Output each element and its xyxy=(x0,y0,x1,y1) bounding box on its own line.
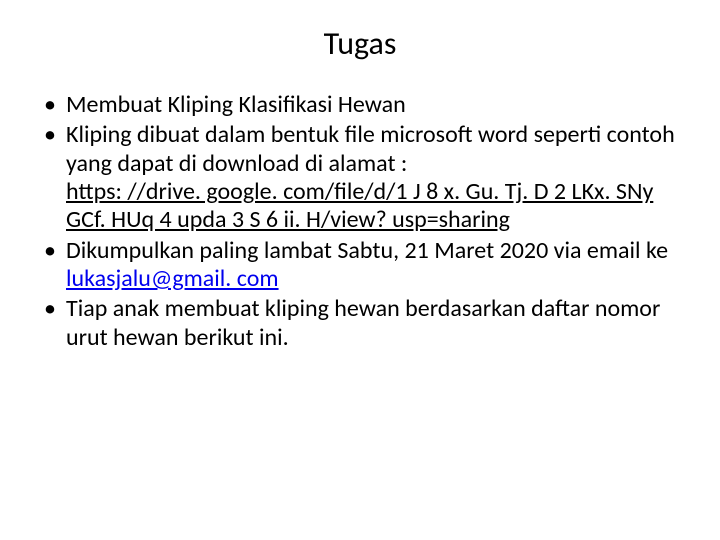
list-item: Dikumpulkan paling lambat Sabtu, 21 Mare… xyxy=(40,237,680,294)
item-text: Membuat Kliping Klasifikasi Hewan xyxy=(66,90,406,119)
page-title: Tugas xyxy=(40,24,680,63)
item-text: Dikumpulkan paling lambat Sabtu, 21 Mare… xyxy=(66,236,668,265)
email-link[interactable]: lukasjalu@gmail. com xyxy=(66,264,279,293)
drive-link[interactable]: https: //drive. google. com/file/d/1 J 8… xyxy=(66,177,653,234)
list-item: Kliping dibuat dalam bentuk file microso… xyxy=(40,121,680,234)
list-item: Membuat Kliping Klasifikasi Hewan xyxy=(40,91,680,119)
item-text: Kliping dibuat dalam bentuk file microso… xyxy=(66,120,675,177)
item-text: Tiap anak membuat kliping hewan berdasar… xyxy=(66,294,660,351)
bullet-list: Membuat Kliping Klasifikasi Hewan Klipin… xyxy=(40,91,680,352)
list-item: Tiap anak membuat kliping hewan berdasar… xyxy=(40,295,680,352)
